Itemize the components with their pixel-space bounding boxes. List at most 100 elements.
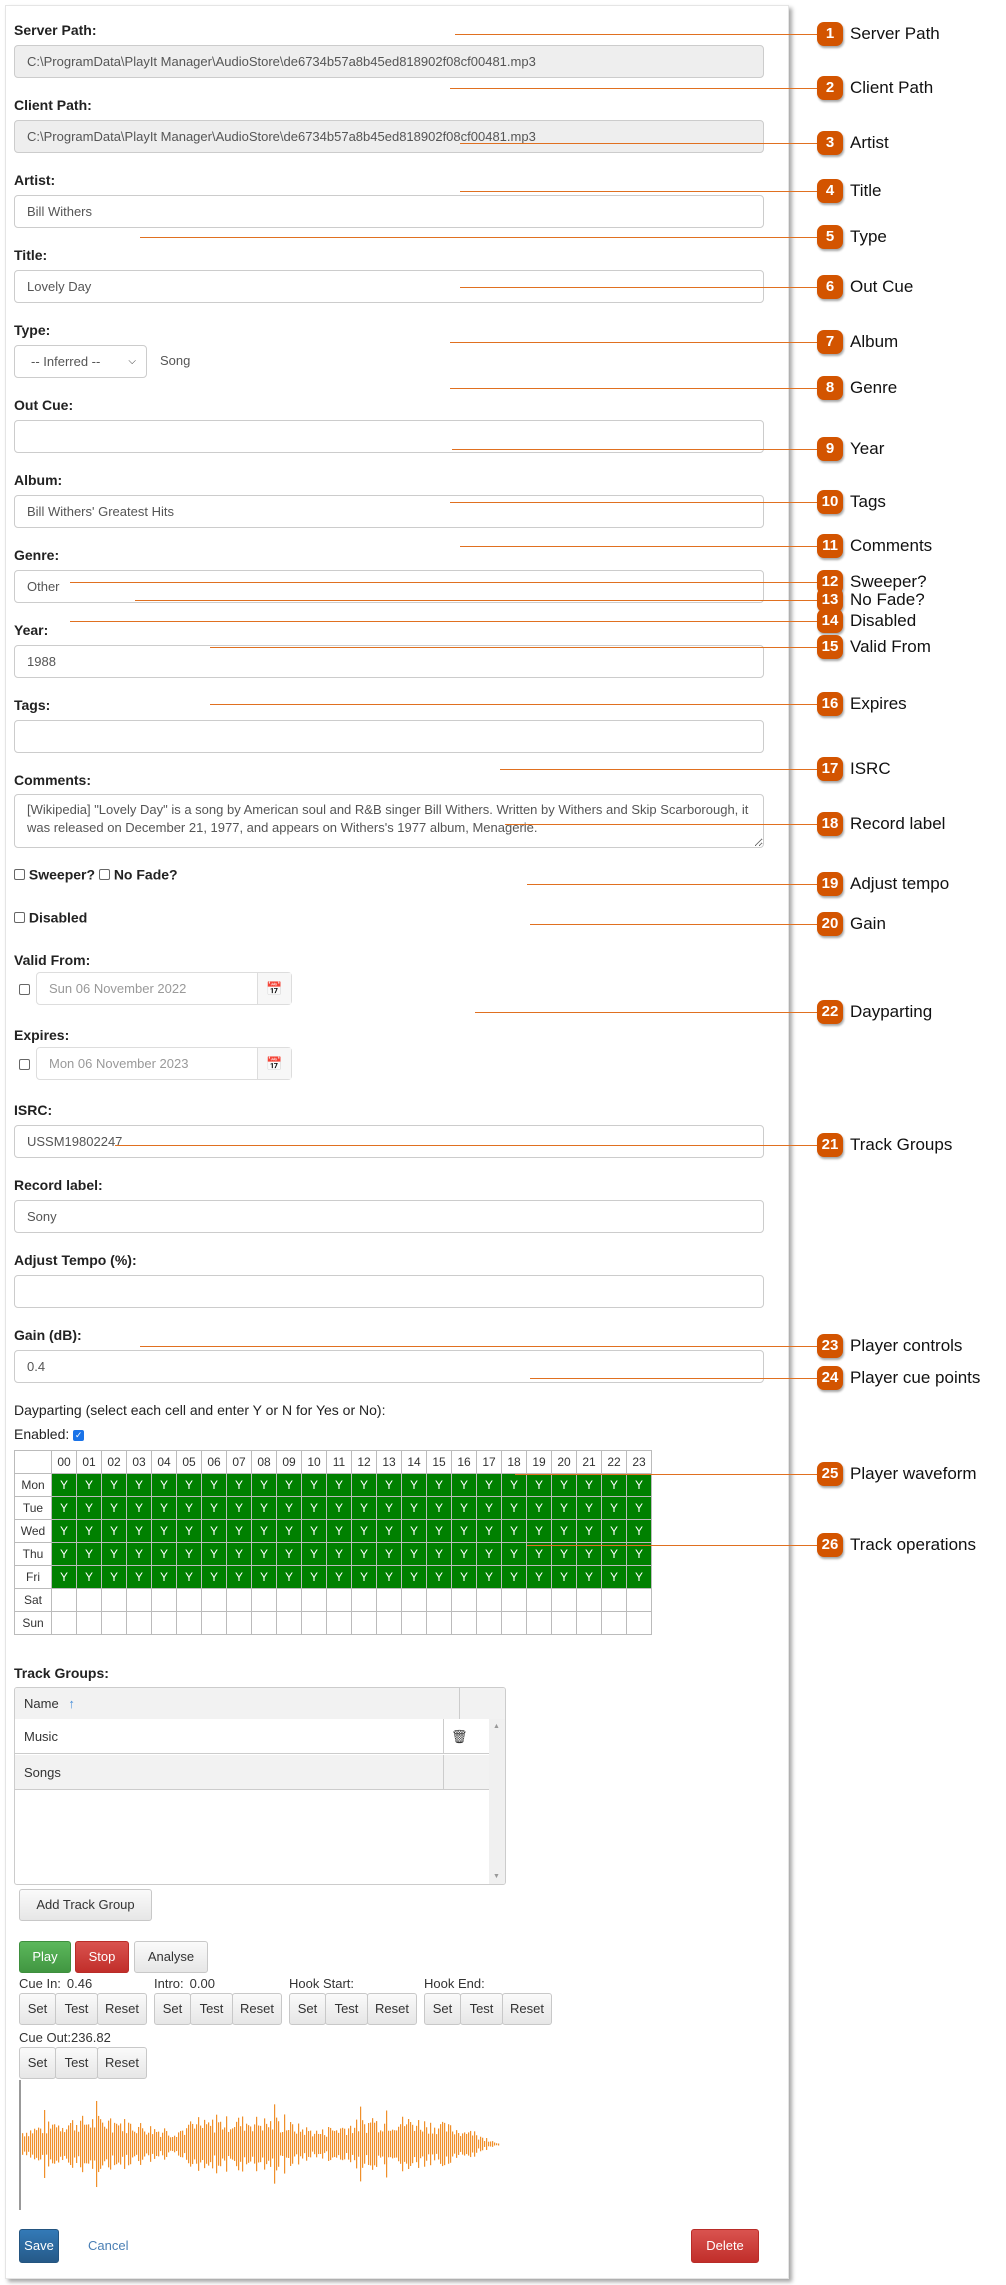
dayparting-cell[interactable]: Y: [601, 1473, 627, 1497]
dayparting-cell[interactable]: [351, 1611, 377, 1635]
dayparting-cell[interactable]: Y: [51, 1496, 77, 1520]
dayparting-cell[interactable]: Y: [51, 1473, 77, 1497]
dayparting-cell[interactable]: Y: [226, 1519, 252, 1543]
dayparting-cell[interactable]: Y: [401, 1542, 427, 1566]
delete-button[interactable]: Delete: [691, 2229, 759, 2263]
dayparting-cell[interactable]: Y: [76, 1496, 102, 1520]
sweeper-checkbox[interactable]: [14, 868, 25, 880]
dayparting-cell[interactable]: Y: [201, 1542, 227, 1566]
dayparting-cell[interactable]: Y: [376, 1542, 402, 1566]
dayparting-cell[interactable]: Y: [226, 1565, 252, 1589]
cue-set-button[interactable]: Set: [154, 1993, 191, 2025]
analyse-button[interactable]: Analyse: [134, 1941, 208, 1973]
cue-set-button[interactable]: Set: [19, 2047, 56, 2079]
dayparting-cell[interactable]: Y: [626, 1519, 652, 1543]
dayparting-cell[interactable]: Y: [176, 1542, 202, 1566]
client-path-input[interactable]: [14, 120, 764, 153]
dayparting-cell[interactable]: Y: [201, 1496, 227, 1520]
dayparting-cell[interactable]: [476, 1611, 502, 1635]
valid-from-date-input[interactable]: Sun 06 November 2022 📅: [36, 972, 292, 1005]
dayparting-cell[interactable]: Y: [351, 1542, 377, 1566]
dayparting-cell[interactable]: [501, 1611, 527, 1635]
dayparting-cell[interactable]: Y: [451, 1565, 477, 1589]
dayparting-cell[interactable]: [626, 1588, 652, 1612]
dayparting-cell[interactable]: [376, 1611, 402, 1635]
dayparting-cell[interactable]: Y: [326, 1542, 352, 1566]
dayparting-enabled-checkbox[interactable]: ✓: [73, 1429, 85, 1441]
dayparting-cell[interactable]: Y: [301, 1473, 327, 1497]
dayparting-cell[interactable]: Y: [126, 1519, 152, 1543]
dayparting-cell[interactable]: [576, 1611, 602, 1635]
dayparting-cell[interactable]: [176, 1588, 202, 1612]
dayparting-cell[interactable]: Y: [426, 1565, 452, 1589]
dayparting-cell[interactable]: Y: [451, 1496, 477, 1520]
dayparting-cell[interactable]: Y: [376, 1496, 402, 1520]
dayparting-cell[interactable]: Y: [351, 1519, 377, 1543]
dayparting-cell[interactable]: Y: [501, 1519, 527, 1543]
dayparting-cell[interactable]: Y: [151, 1473, 177, 1497]
dayparting-cell[interactable]: Y: [251, 1496, 277, 1520]
dayparting-cell[interactable]: Y: [126, 1542, 152, 1566]
dayparting-cell[interactable]: Y: [426, 1496, 452, 1520]
dayparting-cell[interactable]: Y: [151, 1565, 177, 1589]
dayparting-cell[interactable]: Y: [126, 1565, 152, 1589]
dayparting-cell[interactable]: [76, 1611, 102, 1635]
dayparting-cell[interactable]: [576, 1588, 602, 1612]
cue-test-button[interactable]: Test: [55, 1993, 98, 2025]
dayparting-cell[interactable]: Y: [76, 1519, 102, 1543]
cue-set-button[interactable]: Set: [19, 1993, 56, 2025]
dayparting-cell[interactable]: [351, 1588, 377, 1612]
dayparting-cell[interactable]: Y: [451, 1519, 477, 1543]
dayparting-cell[interactable]: Y: [101, 1542, 127, 1566]
dayparting-cell[interactable]: Y: [301, 1565, 327, 1589]
dayparting-cell[interactable]: [501, 1588, 527, 1612]
dayparting-cell[interactable]: Y: [626, 1473, 652, 1497]
dayparting-cell[interactable]: [326, 1588, 352, 1612]
dayparting-cell[interactable]: Y: [426, 1473, 452, 1497]
dayparting-cell[interactable]: [51, 1611, 77, 1635]
cue-test-button[interactable]: Test: [190, 1993, 233, 2025]
cue-reset-button[interactable]: Reset: [502, 1993, 552, 2025]
dayparting-cell[interactable]: Y: [301, 1542, 327, 1566]
calendar-icon[interactable]: 📅: [257, 1048, 291, 1079]
dayparting-cell[interactable]: [176, 1611, 202, 1635]
cancel-link[interactable]: Cancel: [88, 2238, 128, 2253]
cue-set-button[interactable]: Set: [424, 1993, 461, 2025]
valid-from-checkbox[interactable]: [19, 984, 30, 995]
dayparting-cell[interactable]: Y: [51, 1542, 77, 1566]
dayparting-cell[interactable]: Y: [601, 1519, 627, 1543]
dayparting-cell[interactable]: [626, 1611, 652, 1635]
dayparting-cell[interactable]: Y: [526, 1473, 552, 1497]
dayparting-cell[interactable]: Y: [251, 1519, 277, 1543]
dayparting-cell[interactable]: Y: [501, 1473, 527, 1497]
dayparting-cell[interactable]: Y: [626, 1565, 652, 1589]
dayparting-cell[interactable]: Y: [126, 1496, 152, 1520]
adjust-tempo-input[interactable]: [14, 1275, 764, 1308]
dayparting-cell[interactable]: Y: [451, 1473, 477, 1497]
dayparting-cell[interactable]: Y: [626, 1496, 652, 1520]
dayparting-cell[interactable]: Y: [301, 1496, 327, 1520]
play-button[interactable]: Play: [19, 1941, 71, 1973]
dayparting-cell[interactable]: Y: [376, 1473, 402, 1497]
dayparting-cell[interactable]: Y: [376, 1565, 402, 1589]
dayparting-cell[interactable]: Y: [251, 1542, 277, 1566]
dayparting-cell[interactable]: [401, 1588, 427, 1612]
dayparting-cell[interactable]: Y: [201, 1473, 227, 1497]
cue-reset-button[interactable]: Reset: [232, 1993, 282, 2025]
dayparting-cell[interactable]: Y: [351, 1565, 377, 1589]
dayparting-cell[interactable]: [326, 1611, 352, 1635]
dayparting-cell[interactable]: Y: [526, 1565, 552, 1589]
dayparting-cell[interactable]: Y: [326, 1496, 352, 1520]
dayparting-cell[interactable]: Y: [276, 1473, 302, 1497]
dayparting-cell[interactable]: Y: [426, 1519, 452, 1543]
dayparting-cell[interactable]: [201, 1588, 227, 1612]
dayparting-cell[interactable]: Y: [376, 1519, 402, 1543]
dayparting-cell[interactable]: Y: [201, 1565, 227, 1589]
dayparting-cell[interactable]: Y: [551, 1519, 577, 1543]
dayparting-cell[interactable]: Y: [551, 1565, 577, 1589]
dayparting-cell[interactable]: [426, 1588, 452, 1612]
dayparting-cell[interactable]: Y: [151, 1496, 177, 1520]
dayparting-cell[interactable]: Y: [451, 1542, 477, 1566]
stop-button[interactable]: Stop: [75, 1941, 129, 1973]
dayparting-cell[interactable]: Y: [201, 1519, 227, 1543]
